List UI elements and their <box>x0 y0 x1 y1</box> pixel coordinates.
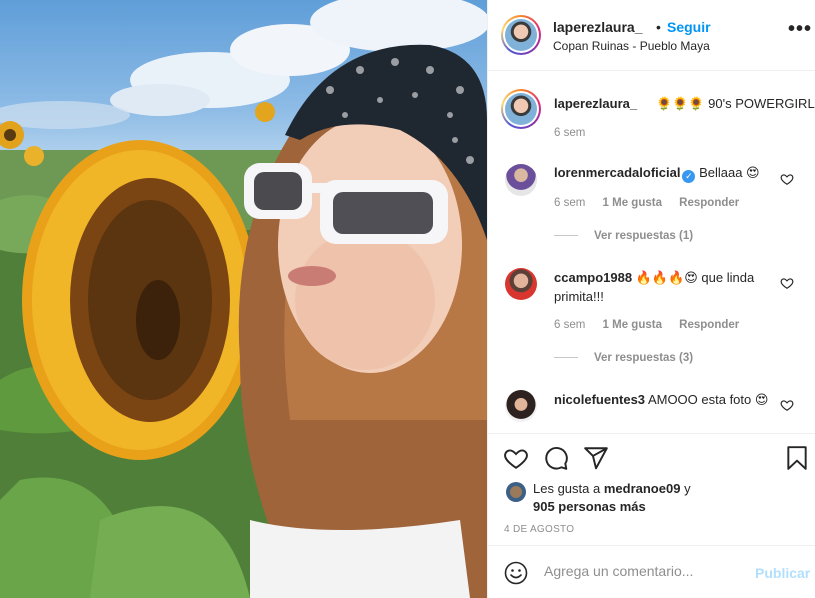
likes-conj: y <box>684 481 691 496</box>
reply-button[interactable]: Responder <box>679 319 739 331</box>
add-comment-row: Publicar <box>488 545 815 598</box>
comment-heart-icon[interactable] <box>780 276 794 290</box>
verified-icon: ✓ <box>682 170 696 183</box>
post-photo[interactable] <box>0 0 487 598</box>
separator-dot: • <box>656 19 661 35</box>
comment-time[interactable]: 6 sem <box>554 319 585 331</box>
comment-heart-icon[interactable] <box>780 172 794 186</box>
post-actions: Les gusta a medranoe09 y 905 personas má… <box>488 433 815 598</box>
share-icon[interactable] <box>583 445 609 471</box>
caption-avatar[interactable] <box>501 89 541 129</box>
caption-time[interactable]: 6 sem <box>554 127 585 139</box>
liker-username[interactable]: medranoe09 <box>604 481 681 496</box>
more-icon[interactable]: ••• <box>788 19 812 39</box>
view-replies-button[interactable]: Ver respuestas (1) <box>554 230 693 242</box>
comment-username[interactable]: nicolefuentes3 <box>554 392 645 407</box>
comment-avatar[interactable] <box>505 390 537 422</box>
comment-heart-icon[interactable] <box>780 398 794 412</box>
comment-avatar[interactable] <box>505 268 537 300</box>
instagram-post: laperezlaura_ • Seguir Copan Ruinas - Pu… <box>0 0 815 598</box>
photo-illustration <box>0 0 487 598</box>
location-link[interactable]: Copan Ruinas - Pueblo Maya <box>553 39 710 53</box>
comment-text: Bellaaa 😍 <box>699 165 760 180</box>
avatar-image <box>505 19 537 51</box>
follow-button[interactable]: Seguir <box>667 19 711 35</box>
replies-dash <box>554 235 578 237</box>
view-replies-button[interactable]: Ver respuestas (3) <box>554 352 693 364</box>
caption-text: 🌻🌻🌻 90's POWERGIRL <box>656 96 815 111</box>
publish-button[interactable]: Publicar <box>755 565 810 581</box>
comment-meta: 6 sem 1 Me gusta Responder <box>554 319 753 331</box>
post-date[interactable]: 4 DE AGOSTO <box>504 524 574 535</box>
caption-username[interactable]: laperezlaura_ <box>554 96 637 111</box>
likes-count-line: 905 personas más <box>533 499 646 514</box>
likes-summary: Les gusta a medranoe09 y <box>533 481 691 496</box>
view-replies-label: Ver respuestas (3) <box>594 352 694 364</box>
comment-time[interactable]: 6 sem <box>554 197 585 209</box>
bookmark-icon[interactable] <box>784 445 810 471</box>
comment-likes[interactable]: 1 Me gusta <box>603 319 662 331</box>
comment-username[interactable]: ccampo1988 <box>554 270 632 285</box>
comment: nicolefuentes3 AMOOO esta foto 😍 <box>554 390 779 409</box>
comment-likes[interactable]: 1 Me gusta <box>603 197 662 209</box>
comment: ccampo1988 🔥🔥🔥😍 que linda primita!!! <box>554 268 779 306</box>
view-replies-label: Ver respuestas (1) <box>594 230 694 242</box>
comment-input[interactable] <box>544 563 744 579</box>
author-username[interactable]: laperezlaura_ <box>553 19 643 35</box>
comment-username[interactable]: lorenmercadaloficial <box>554 165 680 180</box>
post-side-panel: laperezlaura_ • Seguir Copan Ruinas - Pu… <box>487 0 815 598</box>
author-avatar[interactable] <box>501 15 541 55</box>
likes-prefix: Les gusta a <box>533 481 601 496</box>
comment-meta: 6 sem 1 Me gusta Responder <box>554 197 753 209</box>
comment-icon[interactable] <box>543 445 569 471</box>
emoji-icon[interactable] <box>504 561 528 585</box>
avatar-image <box>505 93 537 125</box>
comment: lorenmercadaloficial ✓ Bellaaa 😍 <box>554 163 779 183</box>
comment-avatar[interactable] <box>505 164 537 196</box>
liker-avatar[interactable] <box>506 482 526 502</box>
reply-button[interactable]: Responder <box>679 197 739 209</box>
replies-dash <box>554 357 578 359</box>
post-header: laperezlaura_ • Seguir Copan Ruinas - Pu… <box>488 0 815 71</box>
likes-count[interactable]: 905 personas más <box>533 499 646 514</box>
comment-text: AMOOO esta foto 😍 <box>647 392 769 407</box>
heart-icon[interactable] <box>503 445 529 471</box>
